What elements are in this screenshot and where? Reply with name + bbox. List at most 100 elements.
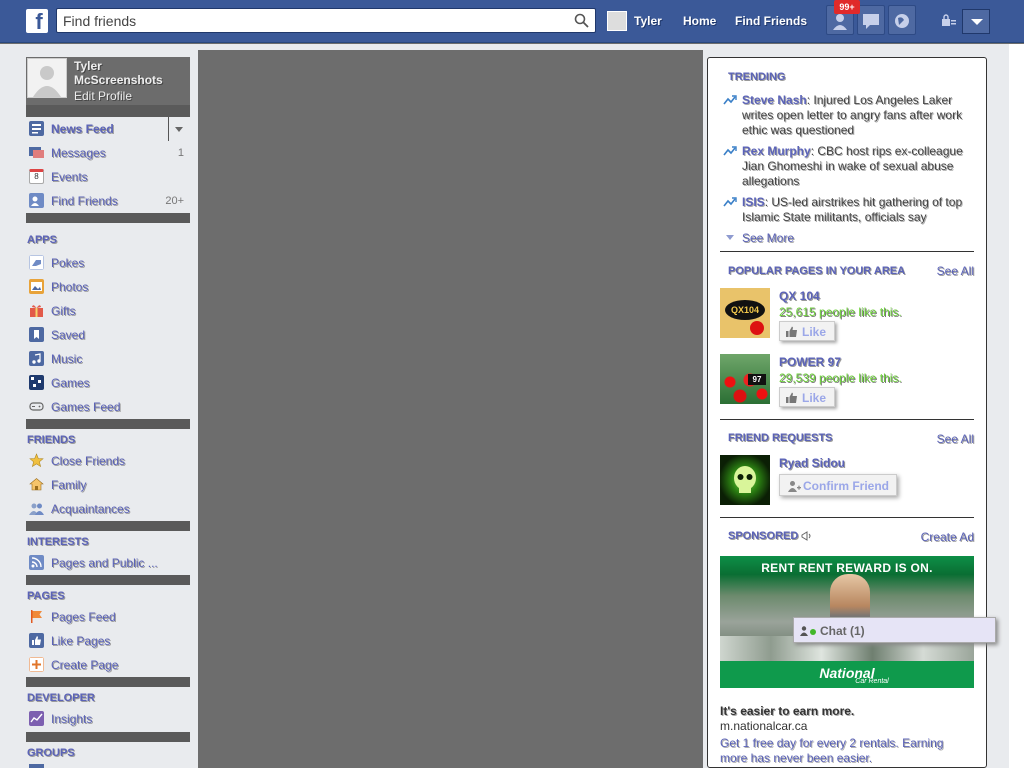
sidebar-separator	[26, 677, 190, 687]
messages-icon	[29, 147, 44, 158]
qx104-logo: QX104	[725, 300, 765, 320]
friends-header[interactable]: FRIENDS	[26, 429, 190, 449]
sidebar-item-events[interactable]: 8 Events	[26, 165, 190, 189]
sidebar-item-acquaintances[interactable]: Acquaintances	[26, 497, 190, 521]
sidebar-item-pages-feed[interactable]: Pages Feed	[26, 605, 190, 629]
trending-arrow-icon	[723, 146, 737, 156]
friends-section: FRIENDS Close Friends Family Acquaintanc…	[26, 429, 190, 521]
pages-header[interactable]: PAGES	[26, 585, 190, 605]
sidebar-item-family[interactable]: Family	[26, 473, 190, 497]
sidebar-item-create-page[interactable]: Create Page	[26, 653, 190, 677]
ad-description[interactable]: Get 1 free day for every 2 rentals. Earn…	[720, 736, 960, 766]
person-icon	[800, 626, 808, 636]
page-thumbnail-power97[interactable]: 97	[720, 354, 770, 404]
see-more-trending-link[interactable]: See More	[742, 231, 794, 245]
confirm-friend-button[interactable]: Confirm Friend	[779, 474, 897, 496]
sidebar-item-messages[interactable]: Messages 1	[26, 141, 190, 165]
friend-requests-see-all-link[interactable]: See All	[937, 432, 974, 446]
news-feed-options-button[interactable]	[168, 117, 190, 141]
sidebar-item-games[interactable]: Games	[26, 371, 190, 395]
sidebar-item-photos[interactable]: Photos	[26, 275, 190, 299]
user-avatar[interactable]	[607, 11, 627, 31]
interests-header[interactable]: INTERESTS	[26, 531, 190, 551]
sidebar-item-pokes[interactable]: Pokes	[26, 251, 190, 275]
like-page-button[interactable]: Like	[779, 387, 835, 407]
sidebar-item-like-pages[interactable]: Like Pages	[26, 629, 190, 653]
find-friends-link[interactable]: Find Friends	[735, 14, 807, 28]
create-ad-link[interactable]: Create Ad	[921, 530, 974, 544]
flag-icon	[31, 610, 42, 623]
facebook-logo[interactable]: f	[26, 9, 48, 34]
power97-logo: 97	[748, 374, 766, 385]
edit-profile-link[interactable]: Edit Profile	[74, 89, 132, 103]
sidebar-item-music[interactable]: Music	[26, 347, 190, 371]
calendar-icon: 8	[29, 169, 44, 184]
sidebar-item-label: Pages and Public ...	[51, 556, 158, 570]
notification-badge: 99+	[834, 0, 860, 14]
rss-feed-icon	[29, 555, 44, 570]
popular-pages-see-all-link[interactable]: See All	[937, 264, 974, 278]
sidebar-item-insights[interactable]: Insights	[26, 707, 190, 731]
apps-section: APPS Pokes Photos Gifts Saved Music Game…	[26, 223, 190, 419]
ad-domain: m.nationalcar.ca	[720, 719, 808, 733]
find-friends-icon	[29, 193, 44, 208]
sidebar-item-label: Games	[51, 376, 90, 390]
trending-text: Rex Murphy: CBC host rips ex-colleague J…	[742, 144, 967, 189]
page-thumbnail-qx104[interactable]: QX104	[720, 288, 770, 338]
trending-arrow-icon	[723, 197, 737, 207]
requester-name[interactable]: Ryad Sidou	[779, 456, 845, 470]
sidebar-item-games-feed[interactable]: Games Feed	[26, 395, 190, 419]
thumbs-up-icon	[786, 392, 797, 403]
trending-item[interactable]: Rex Murphy: CBC host rips ex-colleague J…	[720, 144, 975, 189]
trending-item[interactable]: ISIS: US-led airstrikes hit gathering of…	[720, 195, 975, 225]
sidebar-item-label: Games Feed	[51, 400, 121, 414]
sidebar-item-saved[interactable]: Saved	[26, 323, 190, 347]
like-page-button[interactable]: Like	[779, 321, 835, 341]
popular-page-item: 97 POWER 97 29,539 people like this. Lik…	[720, 354, 975, 407]
search-icon[interactable]	[574, 13, 589, 28]
sidebar-item-find-friends[interactable]: Find Friends 20+	[26, 189, 190, 213]
trending-headline[interactable]: : US-led airstrikes hit gathering of top…	[742, 195, 962, 224]
ad-title-link[interactable]: It's easier to earn more.	[720, 704, 854, 718]
page-name[interactable]: QX 104	[779, 289, 820, 303]
sidebar-item-news-feed[interactable]: News Feed	[26, 117, 190, 141]
music-icon	[29, 351, 44, 366]
trending-item[interactable]: Steve Nash: Injured Los Angeles Laker wr…	[720, 93, 975, 138]
sidebar-item-close-friends[interactable]: Close Friends	[26, 449, 190, 473]
ad-brand-subtitle: Car Rental	[855, 678, 889, 685]
add-friend-icon	[788, 481, 801, 492]
sidebar-separator	[26, 419, 190, 429]
trending-topic[interactable]: Steve Nash	[742, 93, 807, 107]
profile-link[interactable]: Tyler	[634, 14, 662, 28]
page-name[interactable]: POWER 97	[779, 355, 841, 369]
notifications-jewel[interactable]	[888, 5, 916, 35]
trending-topic[interactable]: Rex Murphy	[742, 144, 811, 158]
trending-arrow-icon	[723, 95, 737, 105]
globe-icon	[895, 14, 909, 28]
sidebar-item-gifts[interactable]: Gifts	[26, 299, 190, 323]
search-box	[56, 8, 596, 33]
profile-name[interactable]: Tyler McScreenshots	[74, 59, 184, 87]
section-divider	[720, 419, 974, 420]
chevron-down-icon	[726, 235, 734, 240]
sidebar-item-pages-and-public-figures[interactable]: Pages and Public ...	[26, 551, 190, 575]
search-input[interactable]	[57, 9, 557, 32]
like-label: Like	[802, 325, 827, 339]
groups-header[interactable]: GROUPS	[26, 742, 190, 762]
messages-jewel[interactable]	[857, 5, 885, 35]
window-edge	[1009, 44, 1024, 768]
privacy-shortcuts-icon[interactable]	[942, 14, 956, 26]
apps-header[interactable]: APPS	[26, 223, 190, 251]
interests-section: INTERESTS Pages and Public ...	[26, 531, 190, 575]
sidebar-separator	[26, 521, 190, 531]
profile-avatar[interactable]	[27, 58, 67, 98]
account-menu-button[interactable]	[962, 9, 990, 34]
home-link[interactable]: Home	[683, 14, 716, 28]
requester-avatar[interactable]	[720, 455, 770, 505]
sidebar-item-count: 1	[177, 147, 184, 159]
house-icon	[29, 478, 44, 491]
trending-topic[interactable]: ISIS	[742, 195, 765, 209]
chat-tab[interactable]: Chat (1)	[793, 617, 996, 643]
developer-header[interactable]: DEVELOPER	[26, 687, 190, 707]
right-sidebar: TRENDING Steve Nash: Injured Los Angeles…	[707, 57, 987, 768]
